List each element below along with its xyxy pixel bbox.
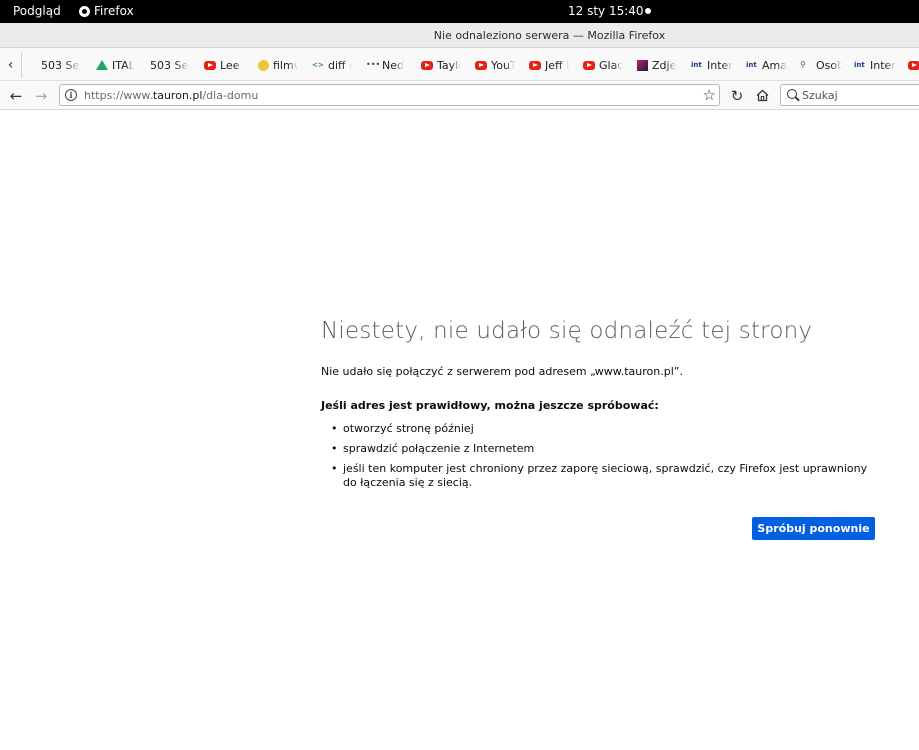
- bookmark-label: filmw: [273, 58, 298, 72]
- bookmark-item[interactable]: Taylo: [421, 57, 461, 73]
- bookmark-item[interactable]: ITALI: [96, 57, 134, 73]
- bookmark-item[interactable]: ⚲ Osob: [800, 57, 842, 73]
- bookmark-item[interactable]: [908, 57, 919, 73]
- error-title: Niestety, nie udało się odnaleźć tej str…: [321, 318, 813, 344]
- bookmark-item[interactable]: int Inter: [854, 57, 896, 73]
- back-arrow-icon[interactable]: ←: [6, 86, 26, 106]
- smiley-icon: [258, 59, 269, 71]
- window-titlebar[interactable]: Nie odnaleziono serwera — Mozilla Firefo…: [0, 23, 919, 48]
- int-icon: int: [746, 60, 757, 69]
- bookmark-label: Jeff E: [545, 58, 569, 72]
- bookmark-item[interactable]: 503 Serv: [150, 57, 190, 73]
- youtube-icon: [908, 60, 919, 70]
- bookmark-item[interactable]: Jeff E: [529, 57, 569, 73]
- list-item: otworzyć stronę później: [321, 422, 881, 436]
- url-text[interactable]: https://www.tauron.pl/dla-domu: [84, 89, 258, 102]
- bookmark-label: ITALI: [112, 58, 134, 72]
- suggestion-heading: Jeśli adres jest prawidłowy, można jeszc…: [321, 399, 659, 412]
- bookmarks-toolbar: ‹ 503 Serv ITALI 503 Serv Lee A filmw <>…: [0, 48, 919, 81]
- bookmark-item[interactable]: Lee A: [204, 57, 244, 73]
- list-item: jeśli ten komputer jest chroniony przez …: [321, 462, 881, 490]
- reload-icon[interactable]: ↻: [727, 86, 747, 106]
- bookmark-label: Glad: [599, 58, 623, 72]
- diffchecker-icon: <>: [312, 60, 324, 69]
- youtube-icon: [421, 60, 433, 70]
- person-icon: ⚲: [800, 59, 806, 69]
- url-path: /dla-domu: [202, 89, 259, 102]
- clock[interactable]: 12 sty 15:40: [568, 4, 644, 18]
- notification-dot-icon: [645, 8, 651, 14]
- bookmark-label: Ned: [382, 58, 404, 72]
- scroll-left-icon[interactable]: ‹: [0, 52, 22, 78]
- bookmark-star-icon[interactable]: ☆: [703, 86, 716, 104]
- search-icon: [787, 89, 797, 99]
- bookmark-label: diff c: [328, 58, 352, 72]
- bookmark-item[interactable]: filmw: [258, 57, 298, 73]
- home-icon[interactable]: [752, 86, 772, 106]
- bookmark-label: Ama: [762, 58, 787, 72]
- site-info-icon[interactable]: i: [65, 89, 77, 101]
- url-host: tauron.pl: [152, 89, 203, 102]
- search-bar[interactable]: Szukaj: [780, 84, 919, 106]
- int-icon: int: [691, 60, 702, 69]
- bookmark-item[interactable]: ••• Ned: [366, 57, 406, 73]
- url-prefix: https://www.: [84, 89, 153, 102]
- bookmark-label: 503 Serv: [150, 58, 190, 72]
- bookmark-label: Lee A: [220, 58, 244, 72]
- error-description: Nie udało się połączyć z serwerem pod ad…: [321, 365, 683, 378]
- int-icon: int: [854, 60, 865, 69]
- app-menu[interactable]: Firefox: [79, 4, 134, 18]
- navigation-toolbar: ← → i https://www.tauron.pl/dla-domu ☆ ↻…: [0, 81, 919, 110]
- bookmark-label: 503 Serv: [41, 58, 81, 72]
- photo-icon: [637, 59, 648, 71]
- activities-button[interactable]: Podgląd: [13, 4, 61, 18]
- bookmark-item[interactable]: int Ama: [746, 57, 788, 73]
- bookmark-label: Intern: [707, 58, 733, 72]
- youtube-icon: [529, 60, 541, 70]
- bookmark-item[interactable]: <> diff c: [312, 57, 352, 73]
- url-bar[interactable]: i https://www.tauron.pl/dla-domu ☆: [59, 84, 720, 106]
- bookmark-label: Zdję: [652, 58, 677, 72]
- google-drive-icon: [96, 60, 108, 70]
- youtube-icon: [475, 60, 487, 70]
- bookmark-item[interactable]: 503 Serv: [41, 57, 81, 73]
- bookmark-label: Inter: [870, 58, 896, 72]
- bookmark-item[interactable]: Glad: [583, 57, 623, 73]
- suggestion-list: otworzyć stronę później sprawdzić połącz…: [321, 422, 881, 490]
- retry-button[interactable]: Spróbuj ponownie: [752, 517, 875, 540]
- bookmark-item[interactable]: Zdję: [637, 57, 677, 73]
- forward-arrow-icon[interactable]: →: [31, 86, 51, 106]
- list-item: sprawdzić połączenie z Internetem: [321, 442, 881, 456]
- search-placeholder: Szukaj: [802, 89, 838, 102]
- bookmark-label: YouT: [491, 58, 515, 72]
- youtube-icon: [583, 60, 595, 70]
- dots-icon: •••: [366, 59, 381, 69]
- bookmark-item[interactable]: int Intern: [691, 57, 733, 73]
- app-name: Firefox: [94, 4, 134, 18]
- error-page: Niestety, nie udało się odnaleźć tej str…: [321, 318, 881, 496]
- system-top-bar: Podgląd Firefox 12 sty 15:40: [0, 0, 919, 23]
- firefox-icon: [79, 5, 90, 17]
- bookmark-label: Taylo: [437, 58, 461, 72]
- window-title: Nie odnaleziono serwera — Mozilla Firefo…: [433, 29, 666, 42]
- bookmark-item[interactable]: YouT: [475, 57, 515, 73]
- bookmark-label: Osob: [816, 58, 842, 72]
- youtube-icon: [204, 60, 216, 70]
